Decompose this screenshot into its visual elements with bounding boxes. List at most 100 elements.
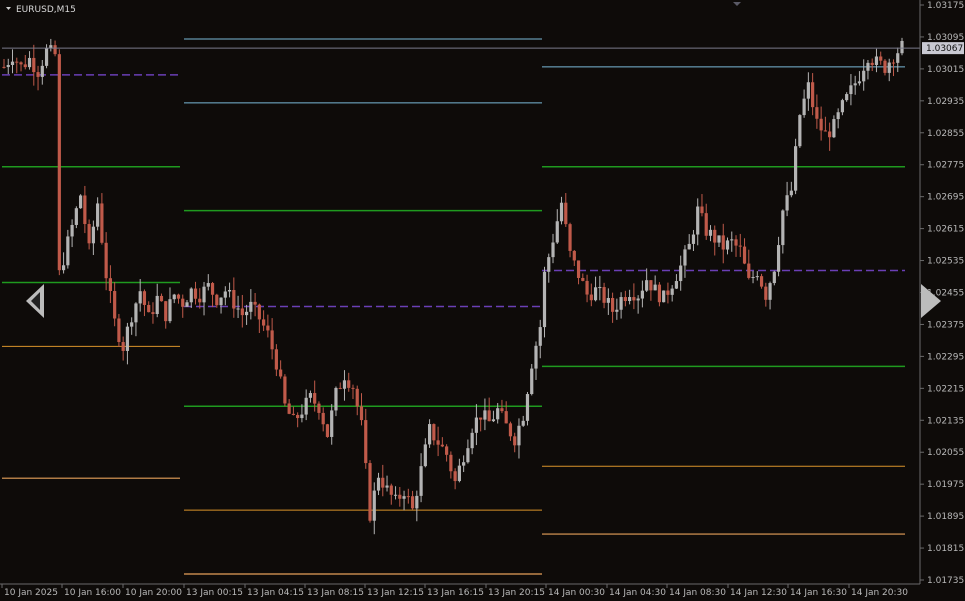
candle-body bbox=[845, 94, 849, 101]
candle-body bbox=[504, 411, 508, 424]
price-tick-label: 1.02375 bbox=[927, 320, 964, 330]
candle-body bbox=[338, 387, 342, 389]
time-tick-label: 14 Jan 20:30 bbox=[851, 588, 908, 598]
candle-body bbox=[483, 410, 487, 420]
candle-body bbox=[419, 466, 423, 496]
time-tick-label: 10 Jan 20:00 bbox=[125, 588, 182, 598]
candle-body bbox=[679, 265, 683, 282]
candle-body bbox=[453, 471, 457, 482]
symbol-title: EURUSD,M15 bbox=[16, 5, 76, 15]
candle-body bbox=[53, 45, 57, 55]
candle-body bbox=[755, 276, 759, 278]
candle-body bbox=[849, 85, 853, 95]
candle-body bbox=[747, 263, 751, 278]
candle-body bbox=[206, 283, 210, 287]
candle-body bbox=[734, 239, 738, 246]
candle-body bbox=[189, 288, 193, 303]
candle-body bbox=[10, 61, 15, 65]
candle-body bbox=[798, 115, 802, 147]
candle-body bbox=[896, 53, 900, 63]
candle-body bbox=[683, 249, 687, 266]
candle-body bbox=[479, 417, 483, 420]
candle-body bbox=[725, 240, 730, 250]
candle-body bbox=[147, 304, 151, 313]
candle-body bbox=[819, 118, 823, 131]
candle-body bbox=[330, 410, 334, 437]
candle-body bbox=[168, 299, 172, 322]
candle-body bbox=[623, 297, 627, 302]
candle-body bbox=[440, 444, 444, 447]
time-tick-label: 13 Jan 04:15 bbox=[247, 588, 304, 598]
candle-body bbox=[6, 64, 10, 68]
candle-body bbox=[249, 301, 253, 312]
candle-body bbox=[538, 327, 542, 346]
time-tick-label: 14 Jan 16:30 bbox=[790, 588, 847, 598]
candle-body bbox=[402, 496, 406, 499]
time-tick-label: 13 Jan 00:15 bbox=[186, 588, 243, 598]
price-chart[interactable]: 1.03175 1.03095 1.03015 1.02935 1.02855 1.027… bbox=[0, 0, 965, 601]
candle-body bbox=[462, 462, 466, 466]
candle-body bbox=[355, 388, 359, 407]
candle-body bbox=[572, 250, 576, 261]
candle-body bbox=[764, 286, 768, 300]
candle-body bbox=[32, 57, 36, 73]
candle-body bbox=[398, 494, 402, 499]
price-tick-label: 1.03175 bbox=[927, 1, 964, 11]
candle-body bbox=[321, 412, 325, 425]
candle-body bbox=[593, 287, 598, 301]
candle-body bbox=[223, 291, 227, 298]
candle-body bbox=[708, 229, 713, 236]
candle-body bbox=[466, 448, 470, 463]
candle-body bbox=[44, 48, 49, 66]
candle-body bbox=[240, 308, 244, 316]
candle-body bbox=[589, 294, 593, 301]
candle-body bbox=[270, 330, 274, 350]
candle-body bbox=[108, 278, 112, 292]
candle-body bbox=[840, 100, 845, 113]
price-tick-label: 1.02615 bbox=[927, 225, 964, 235]
time-tick-label: 10 Jan 16:00 bbox=[64, 588, 121, 598]
candle-body bbox=[666, 290, 670, 295]
candle-body bbox=[768, 283, 772, 300]
candle-body bbox=[857, 81, 862, 84]
candle-body bbox=[828, 131, 832, 138]
candle-body bbox=[66, 236, 70, 266]
candle-body bbox=[176, 294, 181, 299]
candle-body bbox=[219, 297, 223, 306]
candle-body bbox=[74, 208, 78, 225]
candle-body bbox=[227, 290, 232, 292]
candle-body bbox=[436, 440, 440, 445]
candle-body bbox=[640, 290, 644, 299]
candle-body bbox=[125, 326, 130, 351]
candle-body bbox=[853, 83, 857, 86]
candle-body bbox=[27, 57, 32, 68]
candle-body bbox=[521, 420, 525, 426]
candle-body bbox=[23, 64, 27, 68]
candle-body bbox=[559, 202, 564, 222]
candle-body bbox=[874, 56, 879, 65]
candle-body bbox=[738, 245, 742, 247]
candle-body bbox=[304, 397, 308, 415]
candle-body bbox=[815, 107, 819, 119]
candle-body bbox=[266, 325, 270, 331]
candle-body bbox=[862, 70, 866, 82]
price-tick-label: 1.02695 bbox=[927, 193, 964, 203]
candle-body bbox=[257, 304, 261, 320]
candle-body bbox=[19, 62, 23, 65]
candle-body bbox=[649, 280, 653, 291]
price-tick-label: 1.02135 bbox=[927, 416, 964, 426]
time-tick-label: 13 Jan 08:15 bbox=[307, 588, 364, 598]
candle-body bbox=[308, 393, 313, 398]
price-tick-label: 1.01975 bbox=[927, 480, 964, 490]
candle-body bbox=[866, 62, 870, 71]
candle-body bbox=[606, 297, 610, 303]
candle-body bbox=[525, 394, 530, 421]
candle-body bbox=[313, 393, 317, 404]
candle-body bbox=[113, 291, 117, 319]
candle-body bbox=[427, 424, 432, 445]
candle-body bbox=[244, 311, 249, 316]
candle-body bbox=[879, 56, 883, 61]
candle-body bbox=[91, 226, 95, 244]
time-tick-label: 14 Jan 00:30 bbox=[548, 588, 605, 598]
candle-body bbox=[891, 62, 896, 64]
